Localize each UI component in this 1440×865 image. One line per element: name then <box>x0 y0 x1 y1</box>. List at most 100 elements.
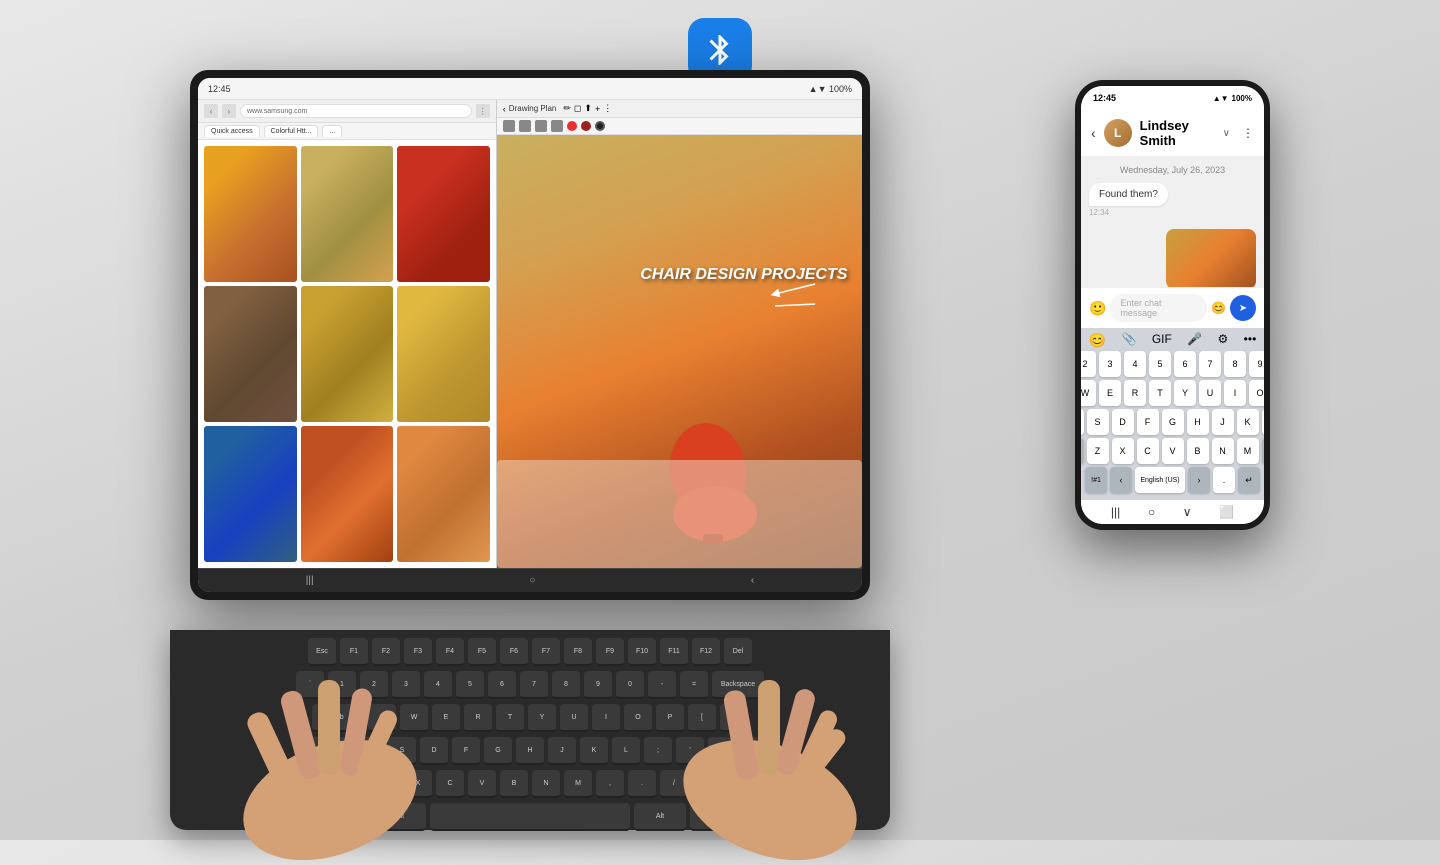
drawing-tools-bar[interactable] <box>497 118 862 135</box>
kb-clip-icon[interactable]: 📎 <box>1122 332 1137 349</box>
phone-key-u[interactable]: U <box>1199 380 1221 406</box>
key-9[interactable]: 9 <box>584 671 612 699</box>
phone-key-x[interactable]: X <box>1112 438 1134 464</box>
key-y[interactable]: Y <box>528 704 556 732</box>
phone-keyboard[interactable]: 😊 📎 GIF 🎤 ⚙ ••• 1 2 3 4 5 6 <box>1081 328 1264 500</box>
key-f5[interactable]: F5 <box>468 638 496 666</box>
key-k[interactable]: K <box>580 737 608 765</box>
phone-input-bar[interactable]: 🙂 Enter chat message 😊 ➤ <box>1081 287 1264 328</box>
key-ctrl[interactable]: Ctrl <box>318 803 370 831</box>
browser-back-button[interactable]: ‹ <box>204 104 218 118</box>
drawing-tool-share[interactable]: ⬆ <box>584 103 592 114</box>
phone-key-f[interactable]: F <box>1137 409 1159 435</box>
phone-key-z[interactable]: Z <box>1087 438 1109 464</box>
phone-key-c[interactable]: C <box>1137 438 1159 464</box>
phone-key-g[interactable]: G <box>1162 409 1184 435</box>
phone-key-right-arrow[interactable]: › <box>1188 467 1210 493</box>
phone-key-symbols[interactable]: !#1 <box>1085 467 1107 493</box>
key-slash[interactable]: / <box>660 770 688 798</box>
key-alt-right[interactable]: Alt <box>634 803 686 831</box>
key-r[interactable]: R <box>464 704 492 732</box>
key-t[interactable]: T <box>496 704 524 732</box>
key-8[interactable]: 8 <box>552 671 580 699</box>
phone-key-n[interactable]: N <box>1212 438 1234 464</box>
kb-mic-icon[interactable]: 🎤 <box>1187 332 1202 349</box>
kb-gif-icon[interactable]: GIF <box>1152 332 1172 349</box>
key-z[interactable]: Z <box>372 770 400 798</box>
back-button[interactable]: ‹ <box>1091 125 1096 141</box>
phone-key-a[interactable]: A <box>1081 409 1084 435</box>
key-f10[interactable]: F10 <box>628 638 656 666</box>
phone-key-2[interactable]: 2 <box>1081 351 1096 377</box>
key-5[interactable]: 5 <box>456 671 484 699</box>
phone-key-left-arrow[interactable]: ‹ <box>1110 467 1132 493</box>
phone-key-k[interactable]: K <box>1237 409 1259 435</box>
phone-key-o[interactable]: O <box>1249 380 1264 406</box>
phone-key-e[interactable]: E <box>1099 380 1121 406</box>
tablet-nav-back[interactable]: ‹ <box>751 575 754 586</box>
phone-key-b[interactable]: B <box>1187 438 1209 464</box>
phone-nav-home[interactable]: ○ <box>1148 505 1155 519</box>
phone-nav-recent[interactable]: ||| <box>1111 505 1120 519</box>
phone-key-8[interactable]: 8 <box>1224 351 1246 377</box>
phone-key-backspace[interactable]: ⌫ <box>1262 438 1265 464</box>
browser-tabs[interactable]: Quick access Colorful Htt... ... <box>198 123 496 140</box>
phone-nav-bar[interactable]: ||| ○ ∨ ⬜ <box>1081 500 1264 524</box>
phone-key-m[interactable]: M <box>1237 438 1259 464</box>
more-options-icon[interactable]: ⋮ <box>1242 126 1254 140</box>
browser-menu-button[interactable]: ⋮ <box>476 104 490 118</box>
key-capslock[interactable]: Caps Lock <box>300 737 352 765</box>
key-n[interactable]: N <box>532 770 560 798</box>
phone-key-5[interactable]: 5 <box>1149 351 1171 377</box>
key-f1[interactable]: F1 <box>340 638 368 666</box>
key-2[interactable]: 2 <box>360 671 388 699</box>
tablet-nav-recent[interactable]: ||| <box>306 575 314 586</box>
phone-key-d[interactable]: D <box>1112 409 1134 435</box>
color-dark-red[interactable] <box>581 121 591 131</box>
drawing-back-icon[interactable]: ‹ <box>503 104 506 114</box>
tool-icon-4[interactable] <box>551 120 563 132</box>
key-shift-left[interactable]: Shift <box>316 770 368 798</box>
key-1[interactable]: 1 <box>328 671 356 699</box>
tablet-keyboard[interactable]: Esc F1 F2 F3 F4 F5 F6 F7 F8 F9 F10 F11 F… <box>170 630 890 830</box>
phone-key-y[interactable]: Y <box>1174 380 1196 406</box>
tablet-nav-bar[interactable]: ||| ○ ‹ <box>198 568 862 592</box>
key-esc[interactable]: Esc <box>308 638 336 666</box>
key-d[interactable]: D <box>420 737 448 765</box>
phone-chat-input[interactable]: Enter chat message <box>1110 294 1207 322</box>
key-f4[interactable]: F4 <box>436 638 464 666</box>
phone-key-period[interactable]: . <box>1213 467 1235 493</box>
phone-key-shift[interactable]: ⇧ <box>1081 438 1084 464</box>
key-c[interactable]: C <box>436 770 464 798</box>
key-equals[interactable]: = <box>680 671 708 699</box>
phone-key-4[interactable]: 4 <box>1124 351 1146 377</box>
key-del[interactable]: Del <box>724 638 752 666</box>
phone-key-9[interactable]: 9 <box>1249 351 1264 377</box>
key-v[interactable]: V <box>468 770 496 798</box>
phone-keyboard-toolbar[interactable]: 😊 📎 GIF 🎤 ⚙ ••• <box>1085 332 1260 349</box>
key-b[interactable]: B <box>500 770 528 798</box>
browser-url-bar[interactable]: www.samsung.com <box>240 104 472 118</box>
key-u[interactable]: U <box>560 704 588 732</box>
key-g[interactable]: G <box>484 737 512 765</box>
key-alt-left[interactable]: Alt <box>374 803 426 831</box>
phone-key-s[interactable]: S <box>1087 409 1109 435</box>
key-h[interactable]: H <box>516 737 544 765</box>
key-f2[interactable]: F2 <box>372 638 400 666</box>
key-3[interactable]: 3 <box>392 671 420 699</box>
key-bracket-open[interactable]: [ <box>688 704 716 732</box>
drawing-tool-add[interactable]: + <box>595 104 600 114</box>
key-shift-right[interactable]: Shift <box>692 770 744 798</box>
phone-key-i[interactable]: I <box>1224 380 1246 406</box>
phone-key-7[interactable]: 7 <box>1199 351 1221 377</box>
phone-key-3[interactable]: 3 <box>1099 351 1121 377</box>
send-button[interactable]: ➤ <box>1230 295 1256 321</box>
key-space[interactable] <box>430 803 630 831</box>
browser-tab-add[interactable]: ... <box>322 125 342 137</box>
key-0[interactable]: 0 <box>616 671 644 699</box>
key-f11[interactable]: F11 <box>660 638 688 666</box>
key-minus[interactable]: - <box>648 671 676 699</box>
tool-icon-1[interactable] <box>503 120 515 132</box>
key-q[interactable]: Q <box>368 704 396 732</box>
drawing-tool-more[interactable]: ⋮ <box>603 103 612 114</box>
